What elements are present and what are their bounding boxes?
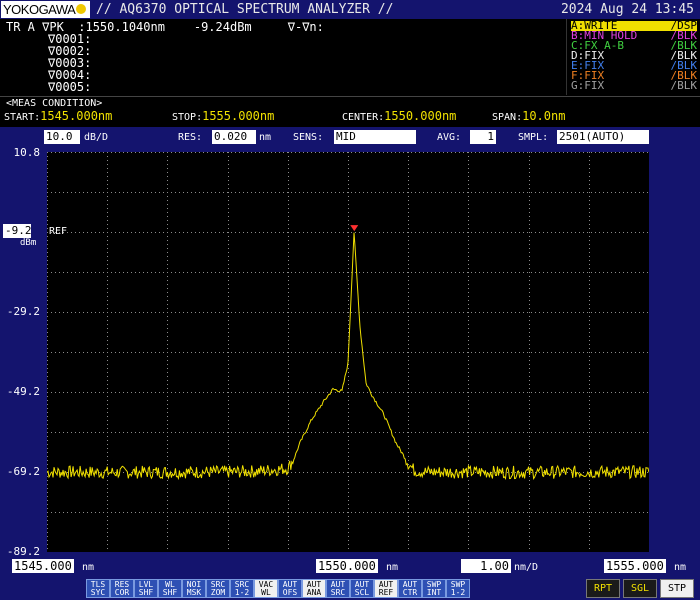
y-tick-label: 10.8 xyxy=(13,146,41,159)
trace-a-line xyxy=(47,232,649,481)
x-per-div[interactable]: 1.00 xyxy=(461,559,511,573)
softkey-line: 1-2 xyxy=(234,588,250,597)
meas-condition-bar: <MEAS CONDITION> START:1545.000nm STOP:1… xyxy=(0,96,700,123)
marker-5: ∇0005: xyxy=(48,80,92,94)
scale-field[interactable]: 10.0 xyxy=(44,130,80,144)
peak-marker-icon xyxy=(350,225,359,232)
y-tick-label: -69.2 xyxy=(6,465,40,478)
sens-field[interactable]: MID xyxy=(334,130,416,144)
softkey-aut-scl[interactable]: AUT SCL xyxy=(350,579,374,598)
softkey-line: CTR xyxy=(402,588,418,597)
softkey-line: 1-2 xyxy=(450,588,466,597)
softkey-line: REF xyxy=(378,588,394,597)
softkey-src-1-2[interactable]: SRC 1-2 xyxy=(230,579,254,598)
avg-label: AVG: xyxy=(437,132,462,143)
softkey-swp-1-2[interactable]: SWP 1-2 xyxy=(446,579,470,598)
softkey-noi-msk[interactable]: NOI MSK xyxy=(182,579,206,598)
softkey-aut-src[interactable]: AUT SRC xyxy=(326,579,350,598)
date-time: 2024 Aug 24 13:45 xyxy=(560,2,694,17)
spectrum-plot[interactable]: REF xyxy=(47,152,649,552)
x-stop-unit: nm xyxy=(674,562,687,573)
settings-bar: 10.0 dB/D RES: 0.020 nm SENS: MID AVG: 1… xyxy=(0,127,700,147)
x-start-label: 1545.000 xyxy=(12,559,74,573)
softkey-wl-shf[interactable]: WL SHF xyxy=(158,579,182,598)
softkey-aut-ref[interactable]: AUT REF xyxy=(374,579,398,598)
function-key-stp[interactable]: STP xyxy=(660,579,694,598)
trace-info-panel: TR A ∇PK :1550.1040nm -9.24dBm ∇-∇n: ∇00… xyxy=(0,19,566,95)
softkey-line: SRC xyxy=(330,588,346,597)
softkey-src-zom[interactable]: SRC ZOM xyxy=(206,579,230,598)
y-tick-label: -49.2 xyxy=(6,385,40,398)
softkey-line: ZOM xyxy=(210,588,226,597)
res-unit: nm xyxy=(259,132,272,143)
softkey-lvl-shf[interactable]: LVL SHF xyxy=(134,579,158,598)
trace-legend: A:WRITE/DSP B:MIN HOLD/BLK C:FX A-B/BLK D:F… xyxy=(566,19,700,95)
center-wavelength[interactable]: CENTER:1550.000nm xyxy=(342,109,456,123)
function-key-sgl[interactable]: SGL xyxy=(623,579,657,598)
softkey-line: SCL xyxy=(354,588,370,597)
meas-condition-title: <MEAS CONDITION> xyxy=(6,98,103,109)
softkey-line: SHF xyxy=(162,588,178,597)
x-stop-label: 1555.000 xyxy=(604,559,666,573)
softkey-vac-wl[interactable]: VAC WL xyxy=(254,579,278,598)
softkey-res-cor[interactable]: RES COR xyxy=(110,579,134,598)
legend-item[interactable]: G:FIX/BLK xyxy=(571,79,698,92)
ref-label: REF xyxy=(49,226,67,237)
legend-mode: /BLK xyxy=(670,79,698,92)
softkey-line: INT xyxy=(426,588,442,597)
stop-wavelength[interactable]: STOP:1555.000nm xyxy=(172,109,274,123)
ref-level-field[interactable]: -9.2 xyxy=(3,224,32,238)
x-start-unit: nm xyxy=(82,562,95,573)
function-key-rpt[interactable]: RPT xyxy=(586,579,620,598)
legend-name: G:FIX xyxy=(571,79,605,92)
softkey-line: SHF xyxy=(138,588,154,597)
ref-unit: dBm xyxy=(20,238,37,248)
res-label: RES: xyxy=(178,132,203,143)
start-wavelength[interactable]: START:1545.000nm xyxy=(4,109,112,123)
softkey-line: COR xyxy=(114,588,130,597)
softkey-line: SYC xyxy=(90,588,106,597)
avg-field[interactable]: 1 xyxy=(470,130,496,144)
softkey-aut-ofs[interactable]: AUT OFS xyxy=(278,579,302,598)
softkey-line: WL xyxy=(261,588,271,597)
softkey-line: MSK xyxy=(186,588,202,597)
softkey-aut-ana[interactable]: AUT ANA xyxy=(302,579,326,598)
logo-dot-icon xyxy=(76,4,86,14)
x-center-unit: nm xyxy=(386,562,399,573)
app-title: // AQ6370 OPTICAL SPECTRUM ANALYZER // xyxy=(96,2,394,17)
smpl-label: SMPL: xyxy=(518,132,549,143)
x-per-div-unit: nm/D xyxy=(514,562,539,573)
x-center-label: 1550.000 xyxy=(316,559,378,573)
y-tick-label: -29.2 xyxy=(6,305,40,318)
res-field[interactable]: 0.020 xyxy=(212,130,256,144)
softkey-tls-syc[interactable]: TLS SYC xyxy=(86,579,110,598)
softkey-line: OFS xyxy=(282,588,298,597)
softkey-line: ANA xyxy=(306,588,322,597)
span-value[interactable]: SPAN:10.0nm xyxy=(492,109,565,123)
softkey-swp-int[interactable]: SWP INT xyxy=(422,579,446,598)
smpl-field[interactable]: 2501(AUTO) xyxy=(557,130,649,144)
sens-label: SENS: xyxy=(293,132,324,143)
softkey-aut-ctr[interactable]: AUT CTR xyxy=(398,579,422,598)
scale-unit: dB/D xyxy=(84,132,109,143)
